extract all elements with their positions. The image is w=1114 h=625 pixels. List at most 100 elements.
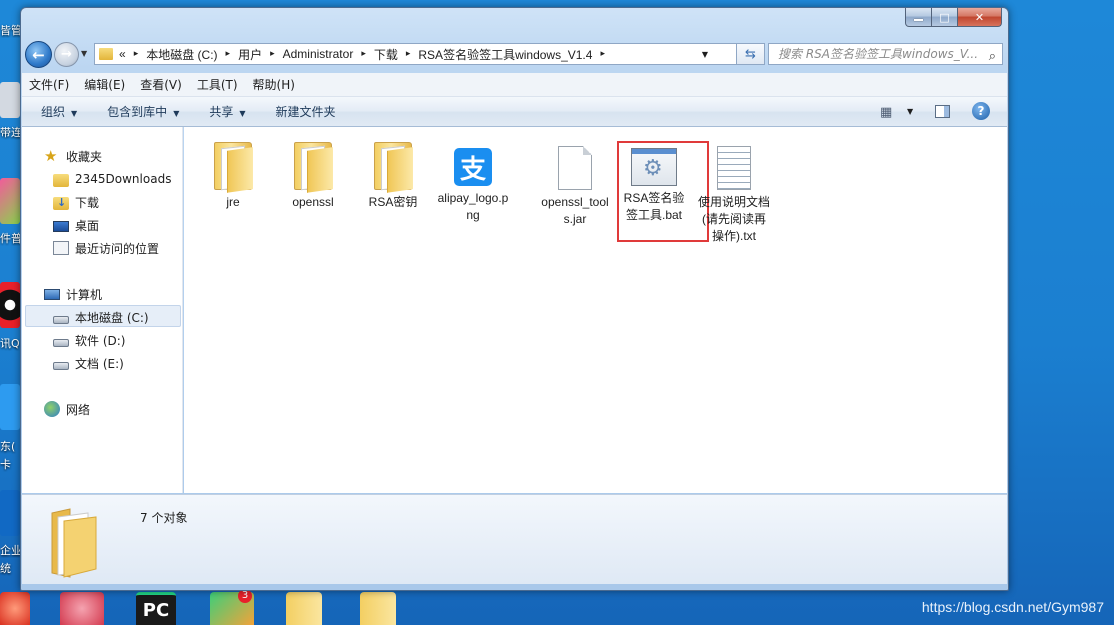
menu-tools[interactable]: 工具(T) bbox=[197, 76, 238, 93]
sidebar-item-drive-c[interactable]: 本地磁盘 (C:) bbox=[53, 306, 149, 328]
taskbar-app-icon[interactable] bbox=[0, 592, 30, 625]
desktop-icons-strip: 皆管 带连 件普 讯Q 东( 卡 企业 统 bbox=[0, 0, 20, 625]
file-item-openssl-tools-jar[interactable]: openssl_tools.jar bbox=[539, 142, 611, 228]
sidebar-network[interactable]: 网络 bbox=[44, 398, 90, 420]
desktop-icon-label[interactable]: 东( bbox=[0, 438, 20, 454]
change-view-icon[interactable]: ▦ bbox=[880, 105, 892, 120]
recent-pages-dropdown[interactable]: ▼ bbox=[81, 49, 87, 58]
navigation-pane: ★ 收藏夹 2345Downloads 下载 桌面 最近访问的位置 计算机 本地… bbox=[22, 127, 183, 493]
file-item-readme-txt[interactable]: 使用说明文档(请先阅读再操作).txt bbox=[698, 142, 770, 245]
view-options-dropdown[interactable]: ▼ bbox=[907, 107, 913, 116]
qq-icon[interactable] bbox=[0, 282, 20, 328]
chevron-down-icon[interactable]: ▼ bbox=[702, 50, 708, 59]
taskbar-app-icon[interactable]: 3 bbox=[210, 589, 254, 625]
search-icon[interactable]: ⌕ bbox=[989, 47, 996, 64]
file-name: alipay_logo.png bbox=[437, 191, 509, 222]
desktop-icon-label[interactable]: 统 bbox=[0, 560, 20, 576]
preview-pane-button[interactable] bbox=[935, 105, 950, 118]
sidebar-item-label: 最近访问的位置 bbox=[75, 241, 160, 256]
include-in-library-button[interactable]: 包含到库中 ▼ bbox=[107, 103, 179, 120]
menu-view[interactable]: 查看(V) bbox=[140, 76, 182, 93]
minimize-button[interactable] bbox=[905, 8, 932, 27]
sidebar-item-label: 下载 bbox=[75, 195, 100, 210]
breadcrumb-downloads[interactable]: 下载 bbox=[374, 46, 398, 63]
sidebar-item-drive-e[interactable]: 文档 (E:) bbox=[53, 352, 124, 374]
search-placeholder: 搜索 RSA签名验签工具windows_V... bbox=[778, 47, 979, 61]
taskbar-folder-icon[interactable] bbox=[360, 592, 396, 625]
explorer-window: □ ✕ ← → ▼ « ▸ 本地磁盘 (C:) ▸ 用户 ▸ Administr… bbox=[20, 7, 1009, 591]
desktop-icon-label[interactable]: 讯Q bbox=[0, 335, 20, 351]
alipay-icon: 支 bbox=[454, 148, 492, 186]
sidebar-computer-label: 计算机 bbox=[66, 287, 103, 302]
share-label: 共享 bbox=[209, 105, 234, 119]
sidebar-item-recent-places[interactable]: 最近访问的位置 bbox=[53, 237, 159, 259]
desktop-icon[interactable] bbox=[0, 82, 20, 118]
menu-help[interactable]: 帮助(H) bbox=[253, 76, 295, 93]
organize-button[interactable]: 组织 ▼ bbox=[41, 103, 77, 120]
folder-icon bbox=[53, 173, 69, 187]
breadcrumb-users[interactable]: 用户 bbox=[238, 46, 262, 63]
pycharm-icon[interactable]: PC bbox=[136, 592, 176, 625]
breadcrumb-administrator[interactable]: Administrator bbox=[283, 47, 354, 61]
breadcrumb-separator[interactable]: ▸ bbox=[361, 49, 366, 59]
desktop-icon-label[interactable]: 带连 bbox=[0, 124, 20, 140]
desktop-icon-label[interactable]: 卡 bbox=[0, 456, 20, 472]
breadcrumb-separator[interactable]: ▸ bbox=[226, 49, 231, 59]
menu-file[interactable]: 文件(F) bbox=[29, 76, 69, 93]
maximize-button[interactable]: □ bbox=[932, 8, 958, 27]
new-folder-button[interactable]: 新建文件夹 bbox=[276, 103, 336, 120]
address-bar[interactable]: « ▸ 本地磁盘 (C:) ▸ 用户 ▸ Administrator ▸ 下载 … bbox=[94, 43, 737, 65]
downloads-folder-icon bbox=[53, 196, 69, 210]
desktop-icon-label[interactable]: 件普 bbox=[0, 230, 20, 246]
breadcrumb-separator[interactable]: ▸ bbox=[600, 49, 605, 59]
taskbar-folder-icon[interactable] bbox=[286, 592, 322, 625]
text-file-icon bbox=[717, 146, 751, 190]
sidebar-item-label: 2345Downloads bbox=[75, 172, 172, 186]
close-icon: ✕ bbox=[974, 10, 985, 24]
sidebar-item-label: 文档 (E:) bbox=[75, 356, 124, 371]
desktop-icon[interactable] bbox=[0, 178, 20, 224]
chevron-down-icon: ▼ bbox=[71, 109, 78, 118]
sidebar-item-downloads[interactable]: 下载 bbox=[53, 191, 99, 213]
file-item-jre[interactable]: jre bbox=[197, 142, 269, 211]
refresh-button[interactable]: ⇆ bbox=[737, 43, 765, 65]
search-input[interactable]: 搜索 RSA签名验签工具windows_V... ⌕ bbox=[768, 43, 1003, 65]
breadcrumb-separator[interactable]: ▸ bbox=[134, 49, 139, 59]
file-item-alipay-logo[interactable]: 支 alipay_logo.png bbox=[437, 142, 509, 224]
navigation-bar: ← → ▼ « ▸ 本地磁盘 (C:) ▸ 用户 ▸ Administrator… bbox=[21, 38, 1008, 72]
breadcrumb-overflow[interactable]: « bbox=[119, 47, 126, 61]
forward-arrow-icon: → bbox=[61, 47, 72, 62]
desktop-icon[interactable] bbox=[0, 490, 20, 536]
sidebar-item-2345downloads[interactable]: 2345Downloads bbox=[53, 168, 171, 190]
file-item-rsa-tool-bat[interactable]: ⚙ RSA签名验签工具.bat bbox=[618, 142, 690, 224]
menu-edit[interactable]: 编辑(E) bbox=[84, 76, 125, 93]
jar-file-icon bbox=[558, 146, 592, 190]
desktop-icon bbox=[53, 220, 69, 232]
sidebar-favorites[interactable]: ★ 收藏夹 bbox=[44, 145, 102, 167]
desktop-icon[interactable] bbox=[0, 384, 20, 430]
sidebar-item-label: 桌面 bbox=[75, 218, 100, 233]
sidebar-computer[interactable]: 计算机 bbox=[44, 283, 102, 305]
caption-buttons: □ ✕ bbox=[905, 8, 1002, 28]
taskbar-app-icon[interactable] bbox=[60, 592, 104, 625]
sidebar-item-desktop[interactable]: 桌面 bbox=[53, 214, 99, 236]
file-name: 使用说明文档(请先阅读再操作).txt bbox=[698, 195, 771, 243]
desktop-icon-label[interactable]: 企业 bbox=[0, 542, 20, 558]
share-button[interactable]: 共享 ▼ bbox=[209, 103, 245, 120]
help-button[interactable]: ? bbox=[972, 102, 990, 120]
forward-button[interactable]: → bbox=[54, 42, 79, 67]
breadcrumb-drive-c[interactable]: 本地磁盘 (C:) bbox=[146, 46, 217, 63]
back-button[interactable]: ← bbox=[25, 41, 52, 68]
file-name: openssl_tools.jar bbox=[541, 195, 609, 226]
desktop-icon-label[interactable]: 皆管 bbox=[0, 22, 20, 38]
close-button[interactable]: ✕ bbox=[958, 8, 1002, 27]
file-item-rsa-keys[interactable]: RSA密钥 bbox=[357, 142, 429, 211]
batch-file-icon: ⚙ bbox=[631, 148, 677, 186]
breadcrumb-separator[interactable]: ▸ bbox=[270, 49, 275, 59]
recent-places-icon bbox=[53, 241, 69, 255]
chevron-down-icon: ▼ bbox=[173, 109, 180, 118]
breadcrumb-separator[interactable]: ▸ bbox=[406, 49, 411, 59]
breadcrumb-current-folder[interactable]: RSA签名验签工具windows_V1.4 bbox=[418, 46, 592, 63]
sidebar-item-drive-d[interactable]: 软件 (D:) bbox=[53, 329, 125, 351]
file-item-openssl[interactable]: openssl bbox=[277, 142, 349, 211]
